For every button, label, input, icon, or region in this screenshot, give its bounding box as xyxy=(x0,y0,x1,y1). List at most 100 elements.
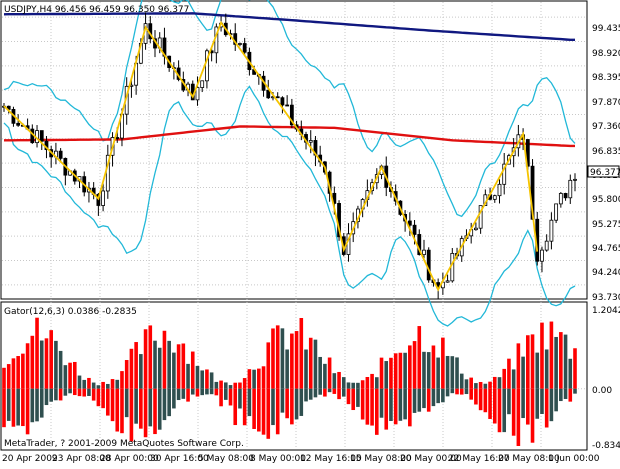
gator-bar-upper xyxy=(299,317,304,389)
gator-bar-lower xyxy=(261,388,266,435)
gator-bar-lower xyxy=(351,388,356,411)
gator-bar-upper xyxy=(422,351,426,389)
candle-body xyxy=(238,43,242,45)
gator-bar-upper xyxy=(242,378,247,389)
gator-bar-upper xyxy=(318,356,322,389)
metatrader-chart-window[interactable]: USDJPY,H4 96.456 96.459 96.350 96.377 Ga… xyxy=(0,0,620,465)
gator-bar-upper xyxy=(544,349,549,389)
gator-bar-lower xyxy=(87,388,91,396)
gator-bar-lower xyxy=(223,388,228,400)
gator-bar-upper xyxy=(441,337,445,389)
gator-bar-upper xyxy=(120,371,124,389)
candle-body xyxy=(412,224,417,235)
gator-bar-lower xyxy=(450,388,455,394)
gator-bar-lower xyxy=(228,388,233,406)
gator-bar-lower xyxy=(304,388,308,402)
gator-bar-lower xyxy=(563,388,568,399)
gator-bar-lower xyxy=(469,388,473,400)
candle-body xyxy=(549,219,554,242)
gator-bar-upper xyxy=(39,340,44,389)
gator-bar-lower xyxy=(507,388,511,415)
gator-bar-upper xyxy=(526,335,530,389)
gator-bar-lower xyxy=(389,388,393,421)
candle-body xyxy=(407,220,412,226)
price-tick: 95.800 xyxy=(592,195,620,205)
gator-bar-upper xyxy=(332,373,337,389)
gator-bar-upper xyxy=(252,369,256,389)
gator-bar-lower xyxy=(162,388,167,421)
gator-bar-upper xyxy=(44,338,49,389)
gator-bar-lower xyxy=(521,388,525,419)
gator-bar-lower xyxy=(2,388,6,428)
gator-bar-upper xyxy=(431,345,436,389)
gator-bar-upper xyxy=(535,352,540,389)
gator-bar-lower xyxy=(530,388,535,443)
candle-body xyxy=(280,97,285,106)
candle-body xyxy=(558,193,563,205)
gator-bar-lower xyxy=(332,388,337,394)
gator-bar-upper xyxy=(11,358,16,389)
gator-bar-upper xyxy=(157,347,162,389)
gator-bar-upper xyxy=(502,368,507,389)
gator-bar-lower xyxy=(285,388,289,419)
gator-bar-lower xyxy=(559,388,563,402)
candle-body xyxy=(285,104,290,107)
gator-bar-upper xyxy=(176,344,181,389)
price-tick: 95.275 xyxy=(592,220,620,230)
gator-bar-lower xyxy=(266,388,271,439)
gator-bar-lower xyxy=(82,388,87,397)
gator-bar-lower xyxy=(384,388,389,430)
gator-bar-lower xyxy=(412,388,417,413)
gator-bar-upper xyxy=(327,357,332,389)
gator-bar-lower xyxy=(195,388,200,397)
gator-bar-upper xyxy=(181,343,186,389)
main-price-panel[interactable] xyxy=(0,0,588,300)
gator-bar-lower xyxy=(313,388,318,398)
gator-bar-upper xyxy=(304,349,308,389)
gator-bar-upper xyxy=(540,322,544,389)
gator-bar-upper xyxy=(261,366,266,389)
gator-bar-upper xyxy=(49,330,53,389)
gator-bar-lower xyxy=(426,388,431,412)
gator-bar-lower xyxy=(209,388,214,395)
gator-bar-upper xyxy=(195,365,200,389)
gator-bar-lower xyxy=(124,388,129,418)
chart-canvas[interactable]: USDJPY,H4 96.456 96.459 96.350 96.377 Ga… xyxy=(0,0,620,465)
gator-bar-lower xyxy=(143,388,148,438)
candle-body xyxy=(554,203,559,221)
gator-bar-lower xyxy=(436,388,440,404)
gator-bar-lower xyxy=(549,388,554,422)
gator-bar-lower xyxy=(540,388,544,414)
gator-bar-upper xyxy=(516,343,521,389)
gator-bar-lower xyxy=(134,388,138,424)
price-tick: 96.835 xyxy=(592,147,620,157)
time-tick: 5 May 08:00 xyxy=(198,454,254,464)
gator-bar-lower xyxy=(346,388,351,405)
gator-bar-upper xyxy=(474,383,478,389)
gator-bar-upper xyxy=(450,356,455,389)
gator-bar-lower xyxy=(290,388,294,425)
gator-bar-upper xyxy=(247,369,252,389)
gator-bar-lower xyxy=(535,388,540,419)
time-tick: 1 Jun 00:00 xyxy=(548,454,600,464)
gator-bar-upper xyxy=(280,328,285,389)
gator-bar-lower xyxy=(327,388,332,393)
gator-bar-upper xyxy=(393,353,398,389)
gator-bar-lower xyxy=(526,388,530,425)
current-price-label: 96.377 xyxy=(590,168,620,178)
gator-bar-upper xyxy=(266,342,271,389)
gator-bar-upper xyxy=(563,334,568,389)
gator-bar-upper xyxy=(337,371,341,389)
gator-bar-upper xyxy=(389,357,393,389)
gator-bar-upper xyxy=(233,382,238,389)
price-tick: 94.765 xyxy=(592,244,620,254)
gator-bar-upper xyxy=(507,358,511,389)
gator-bar-lower xyxy=(77,388,82,397)
price-tick: 94.240 xyxy=(592,268,620,278)
candle-body xyxy=(16,122,21,126)
gator-bar-lower xyxy=(16,388,20,426)
candle-body xyxy=(563,193,568,199)
gator-bar-lower xyxy=(275,388,280,435)
gator-bar-lower xyxy=(337,388,341,400)
gator-bar-lower xyxy=(393,388,398,425)
